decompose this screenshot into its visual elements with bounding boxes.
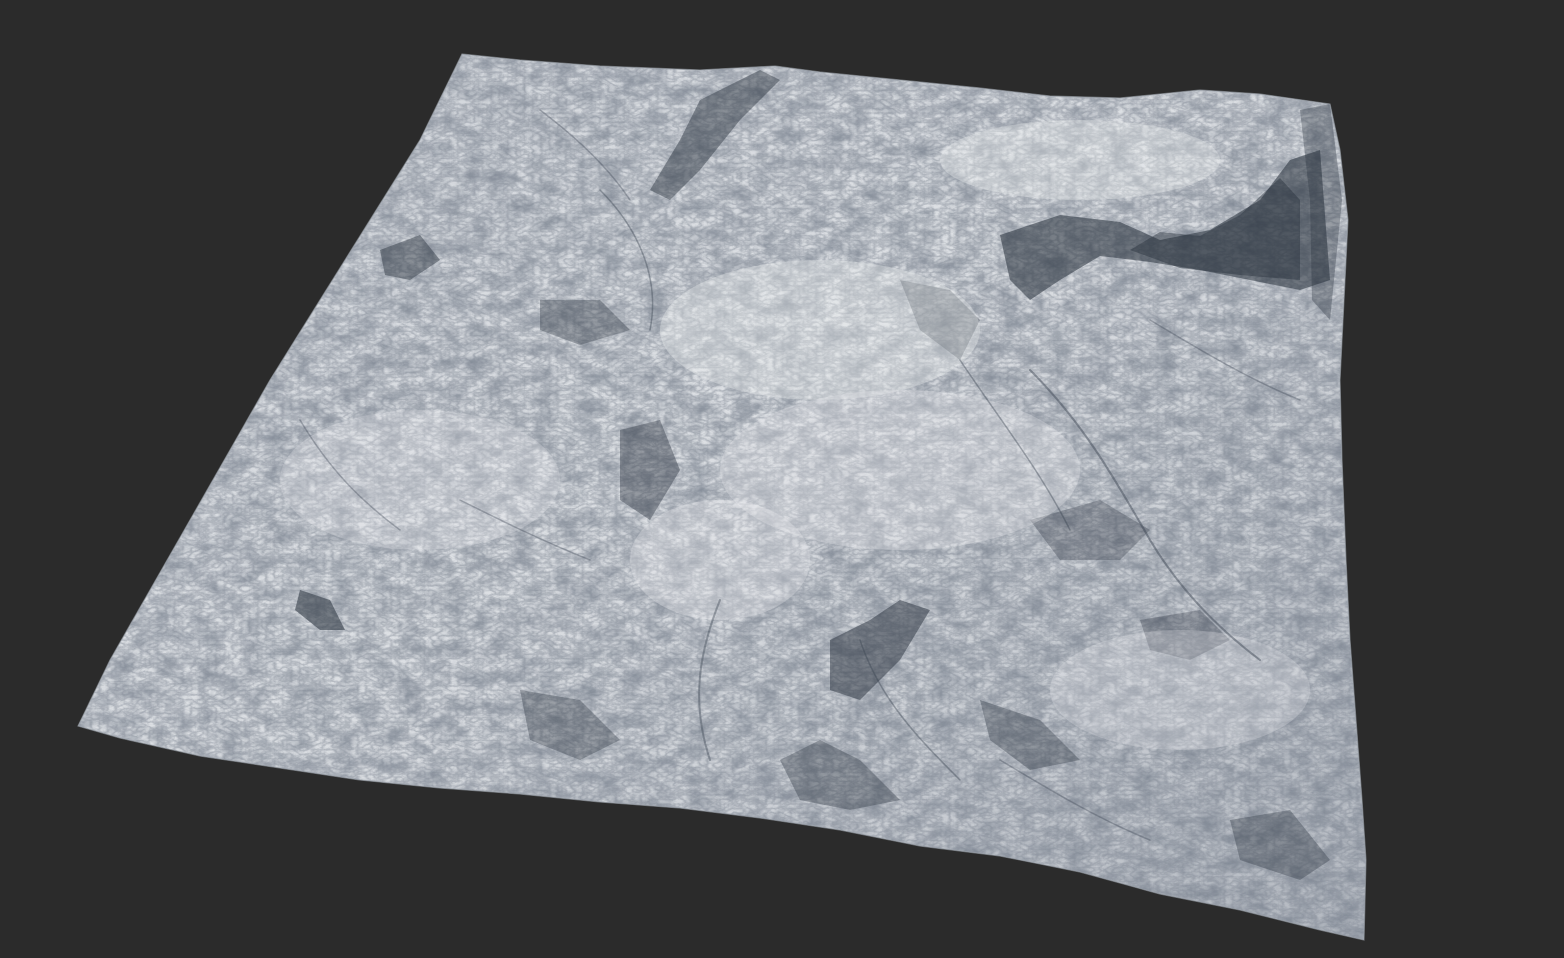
render-viewport	[0, 0, 1564, 958]
terrain-render	[77, 53, 1367, 941]
